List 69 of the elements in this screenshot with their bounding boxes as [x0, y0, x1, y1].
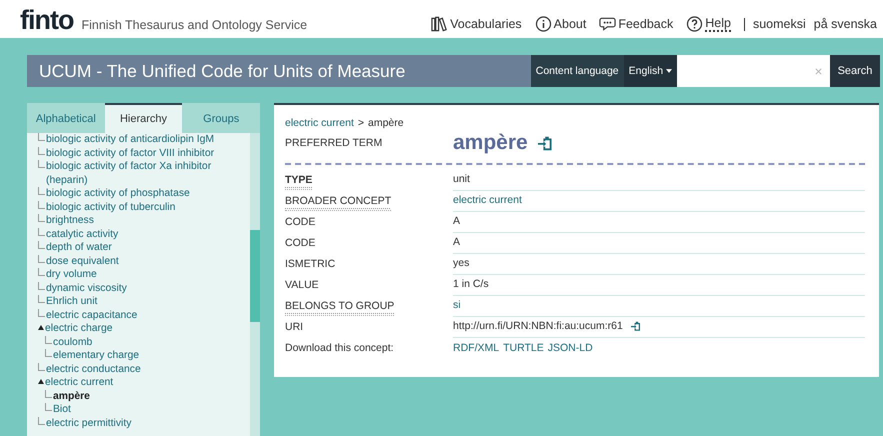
property-value: A [453, 215, 460, 227]
nav-link[interactable]: About [534, 16, 586, 32]
download-link[interactable]: TURTLE [503, 342, 544, 354]
download-link[interactable]: RDF/XML [453, 342, 500, 354]
site-tagline: Finnish Thesaurus and Ontology Service [81, 18, 308, 32]
tree-item[interactable]: dry volume [46, 268, 97, 282]
tree-item[interactable]: dose equivalent [46, 254, 119, 268]
tree-item[interactable]: depth of water [46, 241, 112, 254]
books-icon [431, 16, 448, 32]
download-link[interactable]: JSON-LD [548, 342, 593, 354]
nav-link[interactable]: Help [686, 16, 731, 32]
preferred-term: ampère [453, 131, 528, 155]
breadcrumb-separator: > [358, 117, 364, 129]
content-language-label: Content language [530, 55, 624, 87]
copy-clipboard-icon[interactable] [630, 320, 643, 332]
vocabulary-title[interactable]: UCUM - The Unified Code for Units of Measure [39, 60, 406, 82]
expanded-node-icon[interactable] [38, 379, 44, 384]
tree-item[interactable]: coulomb [53, 336, 92, 349]
property-value: yes [453, 257, 470, 269]
tree-item[interactable]: biologic activity of factor VIII inhibitor [46, 146, 214, 160]
tree-item[interactable]: Ehrlich unit [46, 295, 98, 308]
chat-bubble-icon [599, 16, 616, 32]
caret-icon [666, 69, 672, 74]
tree-item[interactable]: elementary charge [53, 349, 140, 362]
nav-link[interactable]: Feedback [599, 16, 674, 32]
tree-item[interactable]: dynamic viscosity [46, 282, 127, 295]
scrollbar[interactable] [250, 133, 260, 436]
property-label[interactable]: TYPE [285, 174, 312, 190]
nav-link[interactable]: Vocabularies [431, 16, 522, 32]
language-link[interactable]: suomeksi [752, 17, 806, 31]
property-label: URI [285, 320, 304, 332]
breadcrumb-item: ampère [368, 117, 404, 129]
language-link[interactable]: på svenska [814, 17, 877, 31]
property-label: CODE [285, 236, 316, 248]
tree-item[interactable]: ampère [53, 390, 90, 403]
tree-item[interactable]: biologic activity of factor Xa inhibitor (heparin) [46, 160, 238, 187]
tree-item[interactable]: brightness [46, 214, 94, 228]
download-label: Download this concept: [285, 342, 395, 354]
property-value-link[interactable]: electric current [453, 194, 522, 206]
breadcrumb-item[interactable]: electric current [285, 117, 354, 129]
tree-item[interactable]: catalytic activity [46, 228, 118, 241]
property-value: 1 in C/s [453, 278, 489, 290]
search-field[interactable] [677, 55, 830, 87]
tree-item[interactable]: biologic activity of tuberculin [46, 200, 176, 214]
property-label[interactable]: BROADER CONCEPT [285, 194, 392, 210]
concept-uri: http://urn.fi/URN:NBN:fi:au:ucum:r61 [453, 320, 623, 332]
tree-item[interactable]: biologic activity of anticardiolipin IgM [46, 133, 214, 146]
tree-item[interactable]: electric current [45, 376, 114, 390]
finto-logo[interactable]: finto [20, 6, 74, 34]
property-label: VALUE [285, 278, 319, 290]
tree-item[interactable]: Biot [53, 403, 71, 416]
property-value-link[interactable]: si [453, 299, 461, 311]
tree-item[interactable]: electric capacitance [46, 308, 138, 322]
info-icon [534, 16, 552, 32]
property-value: A [453, 236, 460, 248]
language-dropdown[interactable]: English [624, 55, 677, 87]
search-button[interactable]: Search [830, 55, 880, 87]
expanded-node-icon[interactable] [38, 325, 44, 330]
property-label: CODE [285, 216, 316, 228]
tree-item[interactable]: electric charge [45, 322, 113, 336]
property-label: ISMETRIC [285, 258, 336, 270]
tree-item[interactable]: electric permittivity [46, 416, 132, 430]
tree-item[interactable]: electric conductance [46, 362, 141, 376]
property-label[interactable]: BELONGS TO GROUP [285, 300, 394, 316]
property-label: PREFERRED TERM [285, 137, 384, 149]
property-value: unit [453, 173, 470, 185]
sidebar-tab[interactable]: Hierarchy [104, 103, 182, 133]
help-icon [686, 16, 704, 32]
tree-item[interactable]: biologic activity of phosphatase [46, 187, 190, 200]
